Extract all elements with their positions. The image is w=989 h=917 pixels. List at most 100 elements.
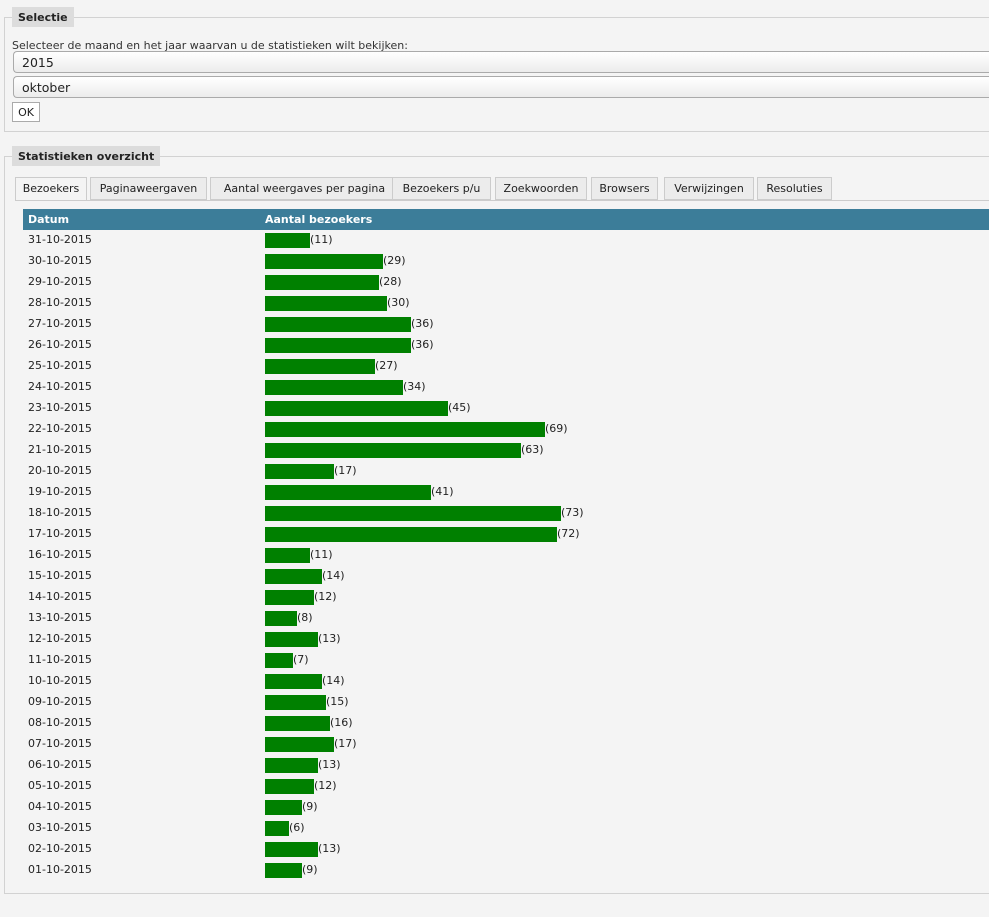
row-date: 18-10-2015 <box>28 506 92 519</box>
visitor-bar <box>265 779 314 794</box>
table-row: 10-10-2015 (14) <box>23 671 983 692</box>
visitor-count-label: (9) <box>302 800 318 813</box>
table-row: 02-10-2015 (13) <box>23 839 983 860</box>
table-row: 16-10-2015 (11) <box>23 545 983 566</box>
tab-browsers[interactable]: Browsers <box>591 177 658 200</box>
row-date: 14-10-2015 <box>28 590 92 603</box>
tab-weergaves-per-pagina[interactable]: Aantal weergaves per pagina <box>210 177 399 200</box>
row-date: 26-10-2015 <box>28 338 92 351</box>
table-row: 03-10-2015 (6) <box>23 818 983 839</box>
row-date: 19-10-2015 <box>28 485 92 498</box>
row-date: 30-10-2015 <box>28 254 92 267</box>
table-row: 13-10-2015 (8) <box>23 608 983 629</box>
selection-panel: Selectie Selecteer de maand en het jaar … <box>4 7 989 132</box>
tab-resoluties[interactable]: Resoluties <box>757 177 832 200</box>
row-date: 07-10-2015 <box>28 737 92 750</box>
statistics-legend: Statistieken overzicht <box>12 146 161 166</box>
table-row: 05-10-2015 (12) <box>23 776 983 797</box>
visitor-bar <box>265 548 310 563</box>
row-date: 06-10-2015 <box>28 758 92 771</box>
visitor-count-label: (11) <box>310 548 333 561</box>
table-row: 17-10-2015 (72) <box>23 524 983 545</box>
visitor-count-label: (72) <box>557 527 580 540</box>
row-date: 03-10-2015 <box>28 821 92 834</box>
row-date: 25-10-2015 <box>28 359 92 372</box>
visitor-count-label: (30) <box>387 296 410 309</box>
visitor-count-label: (13) <box>318 632 341 645</box>
visitor-count-label: (69) <box>545 422 568 435</box>
tab-bezoekers-per-uur[interactable]: Bezoekers p/u <box>392 177 491 200</box>
table-row: 24-10-2015 (34) <box>23 377 983 398</box>
visitor-count-label: (34) <box>403 380 426 393</box>
month-select[interactable]: oktober <box>13 76 989 98</box>
table-row: 20-10-2015 (17) <box>23 461 983 482</box>
visitor-bar <box>265 380 403 395</box>
row-date: 15-10-2015 <box>28 569 92 582</box>
visitor-count-label: (15) <box>326 695 349 708</box>
table-row: 08-10-2015 (16) <box>23 713 983 734</box>
year-select[interactable]: 2015 <box>13 51 989 73</box>
table-row: 06-10-2015 (13) <box>23 755 983 776</box>
visitor-count-label: (14) <box>322 674 345 687</box>
row-date: 24-10-2015 <box>28 380 92 393</box>
visitor-count-label: (7) <box>293 653 309 666</box>
row-date: 20-10-2015 <box>28 464 92 477</box>
visitor-count-label: (13) <box>318 758 341 771</box>
column-header-date: Datum <box>28 213 70 226</box>
visitor-count-label: (14) <box>322 569 345 582</box>
visitor-bar <box>265 863 302 878</box>
row-date: 17-10-2015 <box>28 527 92 540</box>
visitor-count-label: (36) <box>411 317 434 330</box>
visitor-count-label: (9) <box>302 863 318 876</box>
visitor-bar <box>265 275 379 290</box>
table-row: 25-10-2015 (27) <box>23 356 983 377</box>
row-date: 05-10-2015 <box>28 779 92 792</box>
visitor-bar <box>265 821 289 836</box>
tab-verwijzingen[interactable]: Verwijzingen <box>664 177 754 200</box>
row-date: 04-10-2015 <box>28 800 92 813</box>
visitor-count-label: (63) <box>521 443 544 456</box>
visitor-count-label: (73) <box>561 506 584 519</box>
statistics-panel: Statistieken overzicht Bezoekers Paginaw… <box>4 146 989 894</box>
visitor-bar <box>265 296 387 311</box>
table-row: 31-10-2015 (11) <box>23 230 983 251</box>
visitor-count-label: (6) <box>289 821 305 834</box>
row-date: 29-10-2015 <box>28 275 92 288</box>
table-row: 12-10-2015 (13) <box>23 629 983 650</box>
visitor-bar <box>265 443 521 458</box>
table-row: 27-10-2015 (36) <box>23 314 983 335</box>
table-row: 19-10-2015 (41) <box>23 482 983 503</box>
row-date: 21-10-2015 <box>28 443 92 456</box>
visitor-bar <box>265 632 318 647</box>
visitor-bar <box>265 842 318 857</box>
visitor-count-label: (45) <box>448 401 471 414</box>
row-date: 08-10-2015 <box>28 716 92 729</box>
visitor-bar <box>265 611 297 626</box>
visitor-count-label: (11) <box>310 233 333 246</box>
visitor-bar <box>265 254 383 269</box>
visitor-bar <box>265 506 561 521</box>
visitor-bar <box>265 695 326 710</box>
row-date: 31-10-2015 <box>28 233 92 246</box>
visitor-bar <box>265 800 302 815</box>
row-date: 27-10-2015 <box>28 317 92 330</box>
visitor-bar <box>265 464 334 479</box>
table-row: 30-10-2015 (29) <box>23 251 983 272</box>
visitor-count-label: (16) <box>330 716 353 729</box>
row-date: 02-10-2015 <box>28 842 92 855</box>
table-row: 04-10-2015 (9) <box>23 797 983 818</box>
tab-bezoekers[interactable]: Bezoekers <box>15 177 87 201</box>
tab-zoekwoorden[interactable]: Zoekwoorden <box>495 177 587 200</box>
row-date: 23-10-2015 <box>28 401 92 414</box>
row-date: 28-10-2015 <box>28 296 92 309</box>
row-date: 09-10-2015 <box>28 695 92 708</box>
table-row: 26-10-2015 (36) <box>23 335 983 356</box>
visitor-bar <box>265 401 448 416</box>
table-row: 11-10-2015 (7) <box>23 650 983 671</box>
ok-button[interactable]: OK <box>12 102 40 122</box>
table-row: 18-10-2015 (73) <box>23 503 983 524</box>
tab-divider <box>15 200 989 201</box>
table-row: 23-10-2015 (45) <box>23 398 983 419</box>
tab-paginaweergaven[interactable]: Paginaweergaven <box>90 177 207 200</box>
visitor-bar <box>265 485 431 500</box>
